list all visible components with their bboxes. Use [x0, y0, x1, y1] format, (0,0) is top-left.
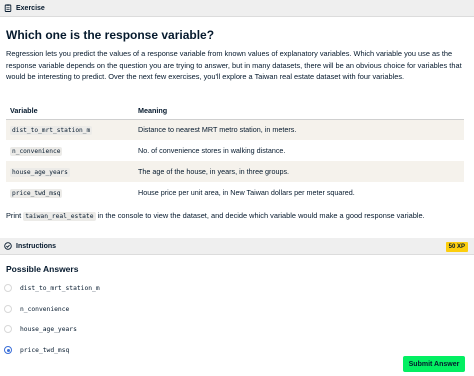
- exercise-header-label: Exercise: [16, 4, 45, 12]
- variable-code: house_age_years: [10, 168, 70, 177]
- dataset-name-code: taiwan_real_estate: [23, 212, 96, 221]
- column-header-meaning: Meaning: [134, 102, 464, 120]
- check-circle-icon: [4, 242, 12, 250]
- table-row: house_age_years The age of the house, in…: [6, 161, 464, 182]
- print-prefix: Print: [6, 211, 22, 220]
- radio-button[interactable]: [4, 284, 12, 292]
- answer-label: house_age_years: [20, 325, 77, 333]
- answer-label: n_convenience: [20, 305, 70, 313]
- table-header-row: Variable Meaning: [6, 102, 464, 120]
- print-suffix: in the console to view the dataset, and …: [97, 211, 425, 220]
- answer-option-n-convenience[interactable]: n_convenience: [4, 303, 69, 315]
- instructions-header-label: Instructions: [16, 242, 57, 250]
- table-row: price_twd_msq House price per unit area,…: [6, 182, 464, 203]
- variable-code: dist_to_mrt_station_m: [10, 126, 93, 136]
- answer-label: dist_to_mrt_station_m: [20, 284, 100, 292]
- table-row: dist_to_mrt_station_m Distance to neares…: [6, 119, 464, 140]
- exercise-intro: Regression lets you predict the values o…: [6, 49, 462, 81]
- answer-option-dist-to-mrt-station-m[interactable]: dist_to_mrt_station_m: [4, 282, 100, 294]
- answer-option-house-age-years[interactable]: house_age_years: [4, 323, 77, 335]
- column-header-variable: Variable: [6, 102, 134, 120]
- exercise-title: Which one is the response variable?: [6, 28, 215, 42]
- radio-button[interactable]: [4, 325, 12, 333]
- table-cell-meaning: No. of convenience stores in walking dis…: [138, 146, 286, 155]
- table-cell-variable: dist_to_mrt_station_m: [6, 119, 134, 140]
- possible-answers-title: Possible Answers: [6, 264, 79, 274]
- exercise-header: Exercise: [0, 0, 474, 17]
- print-instruction: Print taiwan_real_estate in the console …: [6, 211, 425, 221]
- table-cell-variable: n_convenience: [6, 140, 134, 161]
- radio-button[interactable]: [4, 305, 12, 313]
- table-cell-meaning: House price per unit area, in New Taiwan…: [138, 188, 355, 197]
- answer-option-price-twd-msq[interactable]: price_twd_msq: [4, 344, 69, 356]
- table-cell-meaning: The age of the house, in years, in three…: [134, 161, 464, 182]
- table-cell-meaning: Distance to nearest MRT metro station, i…: [134, 119, 464, 140]
- xp-badge: 50 XP: [445, 242, 468, 252]
- table-cell-variable: house_age_years: [6, 161, 134, 182]
- answer-label: price_twd_msq: [20, 346, 70, 354]
- table-row: n_convenience No. of convenience stores …: [6, 140, 464, 161]
- radio-button-selected[interactable]: [4, 346, 12, 354]
- variable-code: price_twd_msq: [10, 189, 63, 198]
- clipboard-icon: [4, 4, 12, 12]
- table-cell-variable: price_twd_msq: [6, 182, 134, 203]
- submit-answer-button[interactable]: Submit Answer: [403, 356, 465, 372]
- instructions-header: Instructions: [0, 238, 474, 255]
- variable-code: n_convenience: [10, 147, 63, 156]
- variables-table: Variable Meaning dist_to_mrt_station_m D…: [6, 102, 464, 203]
